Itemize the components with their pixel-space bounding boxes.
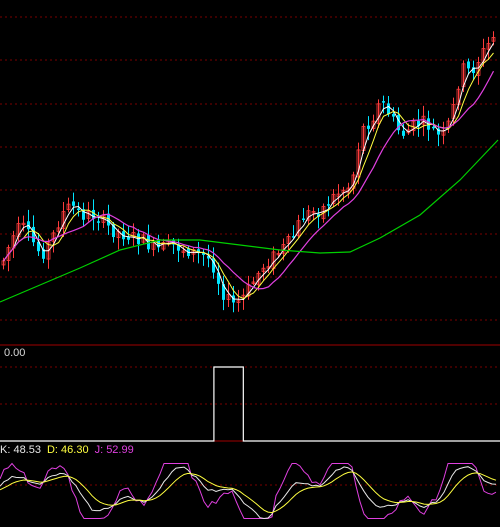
- candle-body: [77, 208, 80, 211]
- kdj-d-value: D: 46.30: [46, 444, 89, 456]
- kdj-panel: [0, 462, 497, 520]
- indicator-value: 0.00: [4, 347, 26, 359]
- candle-body: [32, 226, 35, 243]
- kdj-j-value: J: 52.99: [94, 444, 134, 456]
- candle-body: [432, 126, 435, 129]
- kdj-k-line: [0, 466, 497, 520]
- candle-body: [467, 61, 470, 69]
- moving-average-lines: [0, 42, 499, 303]
- candle-body: [327, 204, 330, 206]
- candle-body: [72, 201, 75, 206]
- candle-body: [367, 125, 370, 129]
- candle-body: [97, 221, 100, 223]
- candle-body: [382, 101, 385, 103]
- kdj-j-line: [0, 462, 497, 519]
- candle-body: [302, 218, 305, 220]
- kdj-legend: K: 48.53 D: 46.30 J: 52.99: [0, 444, 140, 457]
- candle-body: [387, 103, 390, 115]
- ma-short-line: [3, 42, 494, 301]
- kdj-k-value: K: 48.53: [0, 444, 41, 456]
- candle-body: [402, 130, 405, 136]
- ma-mid-line: [3, 52, 494, 300]
- candle-body: [392, 113, 395, 117]
